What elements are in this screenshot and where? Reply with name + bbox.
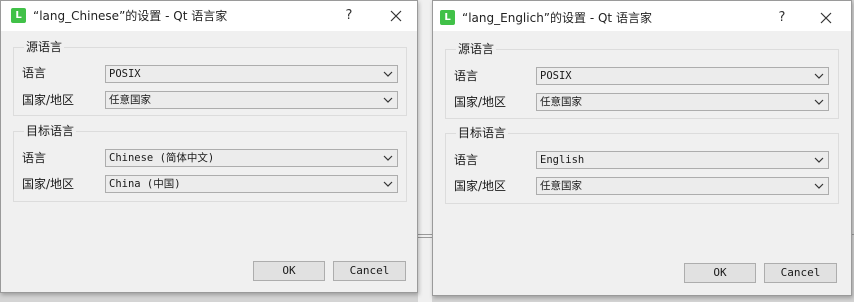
language-label: 语言 [454,153,479,167]
background-divider [418,234,432,235]
source-language-group: 源语言 语言 POSIX 国家/地区 任意国家 [13,39,407,116]
chevron-down-icon [814,73,824,79]
group-title: 源语言 [456,41,497,57]
chevron-down-icon [814,157,824,163]
language-label: 语言 [454,69,479,83]
source-language-combo[interactable]: POSIX [105,65,398,83]
title-bar: L “lang_Englich”的设置 - Qt 语言家 ? [433,1,851,31]
combo-value: English [540,154,585,166]
source-language-combo[interactable]: POSIX [536,67,829,85]
chevron-down-icon [383,71,393,77]
ok-button[interactable]: OK [253,261,325,281]
cancel-button[interactable]: Cancel [764,263,837,283]
language-label: 语言 [22,66,47,80]
target-language-combo[interactable]: Chinese (简体中文) [105,149,398,167]
ok-button[interactable]: OK [684,263,756,283]
country-label: 国家/地区 [454,95,507,109]
linguist-app-icon: L [11,8,26,23]
group-title: 目标语言 [456,125,509,141]
combo-value: China (中国) [109,178,181,190]
country-label: 国家/地区 [22,93,75,107]
chevron-down-icon [383,97,393,103]
window-title: “lang_Englich”的设置 - Qt 语言家 [462,11,652,25]
chevron-down-icon [814,99,824,105]
target-country-combo[interactable]: 任意国家 [536,177,829,195]
target-language-combo[interactable]: English [536,151,829,169]
help-button[interactable]: ? [762,3,802,33]
combo-value: 任意国家 [540,180,582,192]
source-country-combo[interactable]: 任意国家 [536,93,829,111]
target-language-group: 目标语言 语言 Chinese (简体中文) 国家/地区 China (中国) [13,123,407,202]
source-country-combo[interactable]: 任意国家 [105,91,398,109]
chevron-down-icon [383,155,393,161]
group-title: 目标语言 [24,123,77,139]
help-button[interactable]: ? [329,1,369,31]
window-title: “lang_Chinese”的设置 - Qt 语言家 [33,9,228,23]
close-button[interactable] [806,3,846,33]
background-divider [418,237,432,238]
combo-value: Chinese (简体中文) [109,152,215,164]
country-label: 国家/地区 [454,179,507,193]
target-language-group: 目标语言 语言 English 国家/地区 任意国家 [445,125,839,204]
linguist-app-icon: L [440,10,455,25]
close-button[interactable] [376,1,416,31]
title-bar: L “lang_Chinese”的设置 - Qt 语言家 ? [1,1,417,31]
chevron-down-icon [383,181,393,187]
source-language-group: 源语言 语言 POSIX 国家/地区 任意国家 [445,41,839,119]
language-label: 语言 [22,151,47,165]
close-icon [820,12,832,24]
combo-value: POSIX [109,68,141,80]
chevron-down-icon [814,183,824,189]
combo-value: 任意国家 [540,96,582,108]
settings-dialog-english: L “lang_Englich”的设置 - Qt 语言家 ? 源语言 语言 PO… [432,0,852,296]
country-label: 国家/地区 [22,177,75,191]
group-title: 源语言 [24,39,65,55]
close-icon [390,10,402,22]
combo-value: POSIX [540,70,572,82]
background-window [418,0,432,302]
settings-dialog-chinese: L “lang_Chinese”的设置 - Qt 语言家 ? 源语言 语言 PO… [0,0,418,293]
combo-value: 任意国家 [109,94,151,106]
cancel-button[interactable]: Cancel [333,261,406,281]
target-country-combo[interactable]: China (中国) [105,175,398,193]
